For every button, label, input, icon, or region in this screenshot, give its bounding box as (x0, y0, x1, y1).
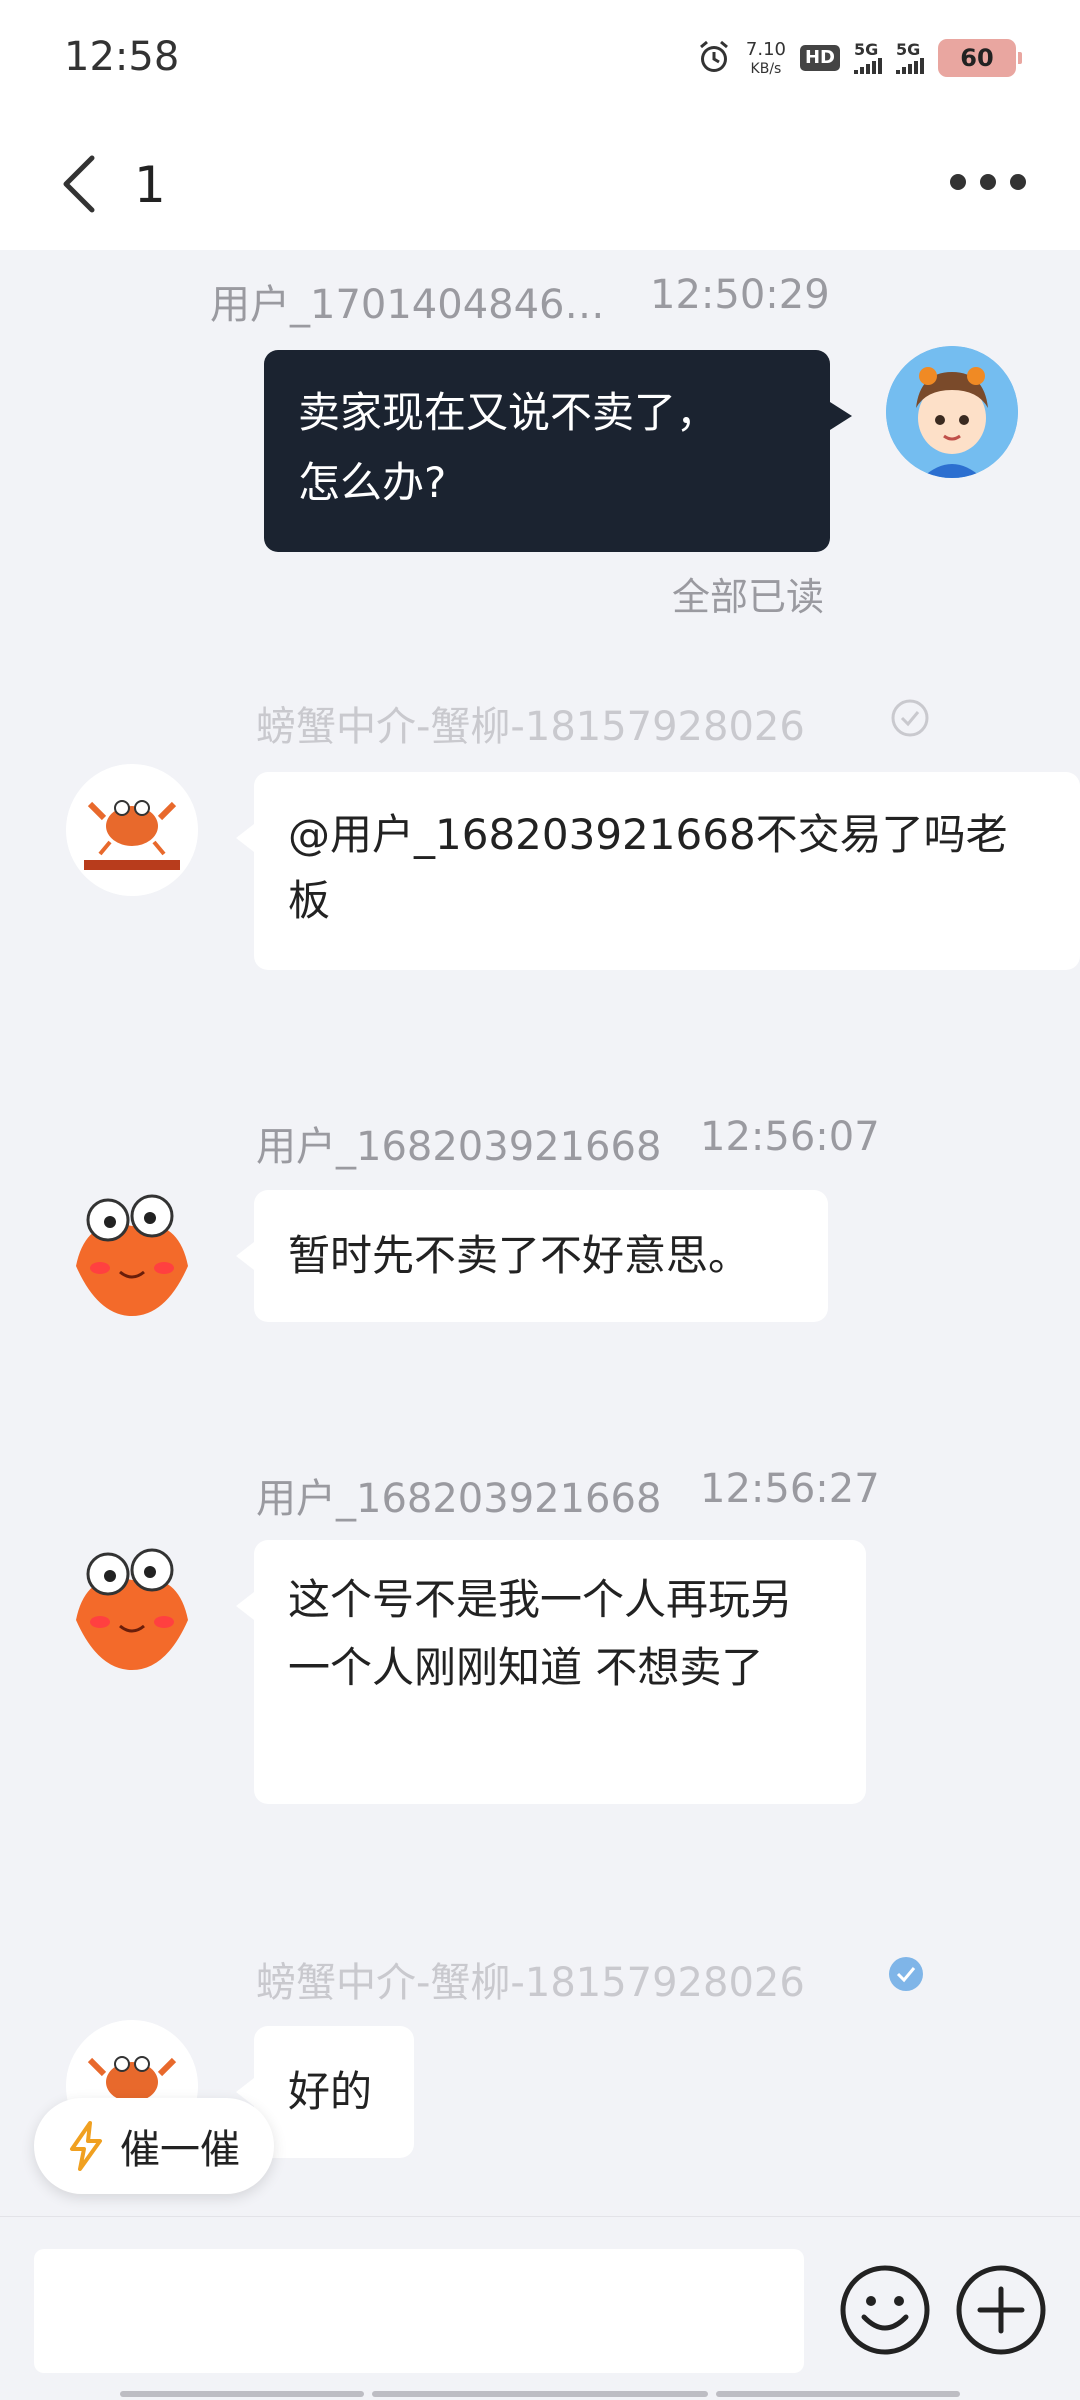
message-time: 12:50:29 (650, 272, 830, 318)
lightning-icon (70, 2121, 102, 2171)
hd-icon: HD (799, 45, 840, 71)
message-text: @用户_168203921668不交易了吗老板 (288, 810, 1008, 925)
verified-badge-icon (889, 1957, 923, 1991)
message-bubble[interactable]: @用户_168203921668不交易了吗老板 (236, 772, 1080, 970)
status-icons: 7.10 KB/s HD 5G 5G 60 (696, 34, 1022, 82)
network-speed-value: 7.10 (745, 38, 786, 60)
crab-logo-icon (66, 764, 198, 896)
more-options-icon[interactable] (950, 168, 1026, 196)
home-indicator (120, 2391, 364, 2397)
status-time: 12:58 (64, 34, 180, 80)
network-speed: 7.10 KB/s (745, 38, 786, 77)
home-indicator (716, 2391, 960, 2397)
message-bubble[interactable]: 卖家现在又说不卖了， 怎么办? (264, 350, 852, 552)
crab-avatar-icon (66, 1540, 198, 1672)
read-status: 全部已读 (672, 575, 825, 619)
network-speed-unit: KB/s (750, 60, 782, 77)
message-text: 暂时先不卖了不好意思。 (288, 1231, 751, 1280)
message-sender: 螃蟹中介-蟹柳-18157928026 (256, 1960, 805, 2006)
message-bubble[interactable]: 好的 (236, 2026, 414, 2158)
user-avatar-icon (886, 346, 1018, 478)
back-icon[interactable] (52, 148, 112, 220)
status-bar: 12:58 7.10 KB/s HD 5G 5G 60 (0, 0, 1080, 118)
message-text-line: 怎么办? (298, 458, 447, 507)
nudge-label: 催一催 (120, 2127, 240, 2173)
home-indicator (372, 2391, 708, 2397)
message-bubble[interactable]: 暂时先不卖了不好意思。 (236, 1190, 828, 1322)
message-sender: 用户_1701404846… (210, 282, 605, 328)
add-button[interactable] (954, 2263, 1048, 2357)
battery-level: 60 (960, 44, 994, 72)
message-sender: 螃蟹中介-蟹柳-18157928026 (256, 704, 805, 750)
signal-label: 5G (896, 40, 921, 59)
message-sender: 用户_168203921668 (256, 1124, 662, 1170)
message-time: 12:56:27 (700, 1466, 880, 1512)
verified-badge-icon (891, 699, 929, 737)
chat-header: 1 (0, 118, 1080, 250)
message-sender: 用户_168203921668 (256, 1476, 662, 1522)
message-time: 12:56:07 (700, 1114, 880, 1160)
input-bar (0, 2216, 1080, 2400)
avatar[interactable] (66, 764, 198, 896)
message-input[interactable] (34, 2249, 804, 2373)
message-text-line: 卖家现在又说不卖了， (298, 388, 719, 437)
message-list[interactable]: 用户_1701404846… 12:50:29 卖家现在又说不卖了， 怎么办? … (0, 250, 1080, 2210)
signal-label: 5G (854, 40, 879, 59)
signal-icon: 5G (896, 42, 924, 74)
emoji-button[interactable] (838, 2263, 932, 2357)
message-bubble[interactable]: 这个号不是我一个人再玩另一个人刚刚知道 不想卖了 (236, 1540, 866, 1804)
avatar[interactable] (886, 346, 1018, 478)
avatar[interactable] (66, 1540, 198, 1672)
chat-title: 1 (134, 156, 166, 214)
message-text: 这个号不是我一个人再玩另一个人刚刚知道 不想卖了 (288, 1575, 793, 1692)
crab-avatar-icon (66, 1186, 198, 1318)
avatar[interactable] (66, 1186, 198, 1318)
nudge-button[interactable]: 催一催 (34, 2098, 274, 2194)
alarm-icon (699, 40, 728, 72)
battery-icon: 60 (938, 39, 1022, 77)
message-text: 好的 (288, 2067, 373, 2116)
signal-icon: 5G (854, 42, 882, 74)
